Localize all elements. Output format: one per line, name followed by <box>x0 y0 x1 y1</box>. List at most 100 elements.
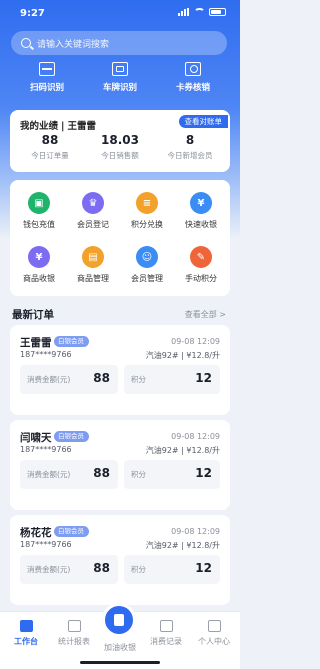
menu-item-label: 快速收银 <box>185 220 217 229</box>
order-card[interactable]: 闫啸天 白银会员 09-08 12:09 187****9766 汽油92# |… <box>10 420 230 510</box>
points-label: 积分 <box>131 470 146 479</box>
tab-workbench[interactable]: 工作台 <box>4 620 48 647</box>
quick-action-scan[interactable]: 扫码识别 <box>12 62 82 93</box>
amount-value: 88 <box>93 466 110 480</box>
menu-item-member-manage[interactable]: ☺ 会员管理 <box>120 246 174 284</box>
scan-icon <box>39 62 55 76</box>
menu-item-wallet-topup[interactable]: ▣ 钱包充值 <box>12 192 66 230</box>
quick-action-label: 车牌识别 <box>102 83 137 93</box>
order-customer-name: 闫啸天 <box>20 432 52 444</box>
view-all-link[interactable]: 查看全部 > <box>185 309 226 320</box>
amount-label: 消费金额(元) <box>27 375 71 384</box>
amount-value: 88 <box>93 561 110 575</box>
home-indicator <box>80 661 160 664</box>
tab-label: 消费记录 <box>150 637 182 646</box>
section-title: 最新订单 <box>12 309 54 321</box>
order-date: 09-08 12:09 <box>171 432 220 441</box>
tab-label: 个人中心 <box>198 637 230 646</box>
menu-item-label: 会员管理 <box>131 274 163 283</box>
order-amount-box: 消费金额(元) 88 <box>20 365 118 394</box>
menu-item-manual-points[interactable]: ✎ 手动积分 <box>174 246 228 284</box>
stat-value: 8 <box>185 133 195 147</box>
menu-item-label: 钱包充值 <box>23 220 55 229</box>
performance-name: 王雷雷 <box>67 121 97 132</box>
order-phone: 187****9766 <box>20 540 72 549</box>
order-fuel: 汽油92# | ¥12.8/升 <box>145 541 220 550</box>
points-value: 12 <box>195 371 212 385</box>
tab-label: 统计报表 <box>58 637 90 646</box>
menu-item-goods-manage[interactable]: ▤ 商品管理 <box>66 246 120 284</box>
quick-action-label: 扫码识别 <box>29 83 64 93</box>
order-card[interactable]: 杨花花 白银会员 09-08 12:09 187****9766 汽油92# |… <box>10 515 230 605</box>
order-points-box: 积分 12 <box>124 460 220 489</box>
fuel-cashier-button[interactable] <box>102 603 136 637</box>
points-value: 12 <box>195 561 212 575</box>
search-input[interactable]: 请输入关键词搜索 <box>11 31 227 55</box>
quick-actions: 扫码识别 车牌识别 卡券核销 <box>0 62 240 98</box>
points-label: 积分 <box>131 375 146 384</box>
goods-pay-icon: ¥ <box>28 246 50 268</box>
cashier-icon: ¥ <box>190 192 212 214</box>
performance-title: 我的业绩 | 王雷雷 <box>20 121 97 132</box>
quick-action-label: 卡券核销 <box>175 83 210 93</box>
menu-item-points-exchange[interactable]: ≡ 积分兑换 <box>120 192 174 230</box>
manual-points-icon: ✎ <box>190 246 212 268</box>
search-icon <box>21 38 31 48</box>
tab-label: 加油收银 <box>104 643 136 652</box>
stat-value: 88 <box>41 133 59 147</box>
menu-item-label: 积分兑换 <box>131 220 163 229</box>
view-statement-button[interactable]: 查看对账单 <box>178 115 228 128</box>
tab-consumption-records[interactable]: 消费记录 <box>144 620 188 647</box>
wifi-icon <box>194 8 205 16</box>
order-fuel: 汽油92# | ¥12.8/升 <box>145 446 220 455</box>
status-time: 9:27 <box>20 8 45 19</box>
tab-reports[interactable]: 统计报表 <box>52 620 96 647</box>
quick-action-plate[interactable]: 车牌识别 <box>85 62 155 93</box>
tab-profile[interactable]: 个人中心 <box>192 620 236 647</box>
menu-item-quick-cashier[interactable]: ¥ 快速收银 <box>174 192 228 230</box>
battery-icon <box>209 8 226 16</box>
order-fuel: 汽油92# | ¥12.8/升 <box>145 351 220 360</box>
order-amount-box: 消费金额(元) 88 <box>20 460 118 489</box>
tab-fuel-cashier[interactable]: 加油收银 <box>98 642 142 653</box>
stat-label: 今日订单量 <box>31 151 69 160</box>
goods-manage-icon: ▤ <box>82 246 104 268</box>
order-date: 09-08 12:09 <box>171 527 220 536</box>
order-customer-name: 王雷雷 <box>20 337 52 349</box>
points-value: 12 <box>195 466 212 480</box>
stat-label: 今日新增会员 <box>167 151 213 160</box>
performance-title-text: 我的业绩 <box>20 121 59 132</box>
member-level-badge: 白银会员 <box>54 431 89 442</box>
coupon-icon <box>185 62 201 76</box>
member-level-badge: 白银会员 <box>54 526 89 537</box>
coins-icon: ≡ <box>136 192 158 214</box>
performance-card: 我的业绩 | 王雷雷 查看对账单 88 今日订单量 18.03 今日销售额 8 今日… <box>10 110 230 172</box>
menu-item-label: 商品管理 <box>77 274 109 283</box>
member-manage-icon: ☺ <box>136 246 158 268</box>
order-card[interactable]: 王雷雷 白银会员 09-08 12:09 187****9766 汽油92# |… <box>10 325 230 415</box>
order-phone: 187****9766 <box>20 445 72 454</box>
menu-item-member-register[interactable]: ♛ 会员登记 <box>66 192 120 230</box>
order-date: 09-08 12:09 <box>171 337 220 346</box>
stat-orders: 88 今日订单量 <box>14 133 86 161</box>
menu-item-label: 商品收银 <box>23 274 55 283</box>
menu-item-label: 手动积分 <box>185 274 217 283</box>
status-bar: 9:27 <box>0 0 240 26</box>
stat-value: 18.03 <box>101 133 139 147</box>
order-phone: 187****9766 <box>20 350 72 359</box>
order-customer-name: 杨花花 <box>20 527 52 539</box>
quick-action-coupon[interactable]: 卡券核销 <box>158 62 228 93</box>
home-icon <box>19 620 33 632</box>
order-amount-box: 消费金额(元) 88 <box>20 555 118 584</box>
crown-icon: ♛ <box>82 192 104 214</box>
order-points-box: 积分 12 <box>124 555 220 584</box>
report-icon <box>67 620 81 632</box>
fuel-pump-icon <box>114 614 124 626</box>
search-placeholder: 请输入关键词搜索 <box>37 39 110 50</box>
menu-item-goods-cashier[interactable]: ¥ 商品收银 <box>12 246 66 284</box>
license-plate-icon <box>112 62 128 76</box>
tab-label: 工作台 <box>14 637 38 646</box>
amount-label: 消费金额(元) <box>27 565 71 574</box>
stat-members: 8 今日新增会员 <box>154 133 226 161</box>
signal-icon <box>178 8 190 16</box>
